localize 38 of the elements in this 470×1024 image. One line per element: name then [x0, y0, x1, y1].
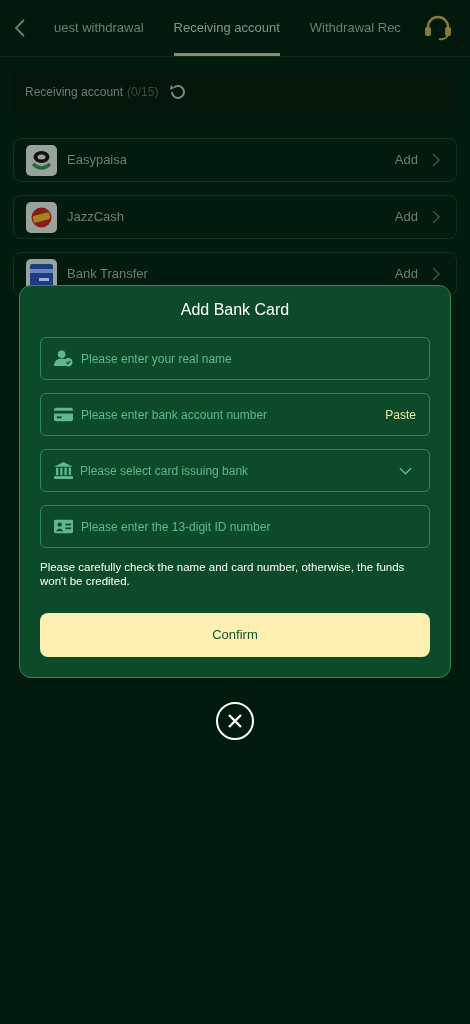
tab[interactable]: Withdrawal Rec	[309, 0, 401, 56]
method-name: Easypaisa	[67, 151, 128, 170]
back-icon[interactable]	[14, 19, 26, 37]
text-field[interactable]: Please enter your real name	[40, 337, 430, 380]
text-field[interactable]: Please enter bank account number Paste	[40, 393, 430, 436]
chevron-right-icon	[432, 210, 440, 224]
method-name: JazzCash	[67, 208, 126, 227]
bank-icon	[54, 462, 73, 479]
payment-method-row[interactable]: JazzCash Add	[13, 195, 457, 239]
chevron-right-icon	[432, 153, 440, 167]
chevron-right-icon	[432, 267, 440, 281]
payment-method-row[interactable]: Easypaisa Add	[13, 138, 457, 182]
tab[interactable]: uest withdrawal	[54, 0, 144, 56]
input-field[interactable]: Please enter the 13-digit ID number	[81, 517, 416, 536]
tab[interactable]: Receiving account	[173, 0, 280, 56]
text-field[interactable]: Please enter the 13-digit ID number	[40, 505, 430, 548]
headset-icon[interactable]	[424, 15, 452, 41]
input-field[interactable]: Please enter your real name	[81, 349, 416, 368]
wallet-logo-icon	[26, 201, 57, 233]
summary-label: Receiving account	[25, 84, 124, 101]
confirm-button[interactable]: Confirm	[40, 613, 430, 657]
wallet-logo-icon	[26, 144, 57, 176]
card-icon	[54, 406, 73, 423]
add-label: Add	[394, 151, 418, 170]
select-placeholder: Please select card issuing bank	[80, 462, 250, 480]
chevron-down-icon	[399, 466, 412, 475]
paste-button[interactable]: Paste	[385, 405, 416, 424]
bank-select[interactable]: Please select card issuing bank	[40, 449, 430, 492]
method-name: Bank Transfer	[67, 265, 149, 284]
close-icon	[228, 714, 242, 728]
id-card-icon	[54, 518, 73, 535]
dialog-title: Add Bank Card	[179, 300, 291, 320]
add-label: Add	[394, 208, 418, 227]
add-label: Add	[394, 265, 418, 284]
input-field[interactable]: Please enter bank account number	[81, 405, 386, 424]
user-check-icon	[54, 350, 73, 367]
close-button[interactable]	[216, 702, 254, 740]
warning-note: Please carefully check the name and card number, otherwise, the funds won't be credited.	[40, 560, 406, 588]
